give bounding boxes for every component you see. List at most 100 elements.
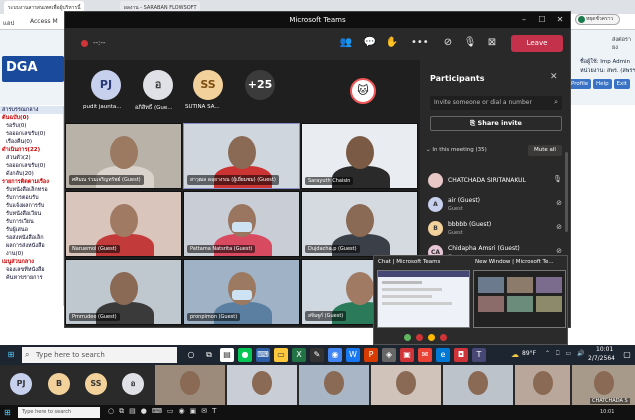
participants-icon[interactable]: 👥 [339,36,353,50]
file-explorer-icon[interactable]: ▭ [274,348,288,362]
strip-video-tile[interactable] [515,365,570,405]
app-icon-tool[interactable]: ✎ [310,348,324,362]
left-menu-item[interactable]: เรื่องคืน(0) [0,138,63,146]
participant-avatar[interactable]: +25 [245,70,275,100]
apps-bookmark[interactable]: แอป [3,18,14,28]
left-menu-item[interactable]: ดังกลับ(20) [0,170,63,178]
leave-button[interactable]: Leave [511,35,563,52]
microphone-icon[interactable]: 🎙 [553,175,562,183]
left-menu-item[interactable]: รับการเวียน [0,218,63,226]
participant-avatar[interactable]: PJ [91,70,121,100]
camera-off-icon[interactable]: ⊘ [441,36,455,50]
exit-button[interactable]: Exit [613,79,630,89]
minimize-icon[interactable]: – [517,12,531,28]
left-menu-item[interactable]: รับผู้เสนอ [0,226,63,234]
strip-video-tile[interactable] [299,365,369,405]
in-meeting-header[interactable]: ⌄ In this meeting (35) [426,147,487,153]
left-menu-item[interactable]: ส่วนตัว(2) [0,154,63,162]
chat-icon[interactable]: 💬 [363,36,377,50]
participant-row[interactable]: Bbbbbb (Guest) Guest ⊘ [428,218,566,240]
left-menu-item[interactable]: รอรับ(0) [0,122,63,130]
left-menu-item[interactable]: รอส่งหนังสือเล็ก [0,234,63,242]
mute-all-button[interactable]: Mute all [528,145,562,156]
strip-avatar[interactable]: PJ [10,373,32,395]
clock-date[interactable]: 2/7/2564 [588,355,615,362]
more-actions-icon[interactable]: ••• [411,36,429,50]
video-tile[interactable]: Pmrrudee (Guest) [65,259,182,325]
participant-avatar[interactable]: SS [193,70,223,100]
powerpoint-icon[interactable]: P [364,348,378,362]
forward-report-link[interactable]: ส่งต่อรายง [612,36,635,52]
notifications-icon[interactable]: ▢ [620,348,634,362]
strip-avatar[interactable]: อ [122,373,144,395]
video-tile[interactable]: ศศิมณ ร่วมเจริญทรัพย์ (Guest) [65,123,182,189]
left-menu-item[interactable]: รับหนังสือเวียน [0,210,63,218]
left-menu-item[interactable]: ดำเนินการ(22) [0,146,63,154]
left-menu-item[interactable]: จองเลขที่หนังสือ [0,266,63,274]
taskbar-app-icons-2[interactable]: ○⧉▤●⌨▭◉▣✉T [108,407,221,416]
left-menu-item[interactable]: งาน(0) [0,250,63,258]
microphone-icon[interactable]: 🎙 [463,36,477,50]
maximize-icon[interactable]: ☐ [535,12,549,28]
left-menu-item[interactable]: เมนูส่วนกลาง [0,258,63,266]
word-icon[interactable]: W [346,348,360,362]
left-menu-item[interactable]: รายการติดตามเรื่อง [0,178,63,186]
edge-icon[interactable]: e [436,348,450,362]
reactions-icon[interactable]: ✋ [385,36,399,50]
video-tile[interactable]: Naruemol (Guest) [65,191,182,257]
line-app-icon[interactable]: ● [238,348,252,362]
left-menu-item[interactable]: รอออกเลขรับ(0) [0,162,63,170]
app-icon-blue[interactable]: ⌨ [256,348,270,362]
share-screen-icon[interactable]: ⊠ [485,36,499,50]
video-tile[interactable]: สาวุฒล ดลุยางรณ (ผู้เยี่ยมชม) (Guest) [183,123,300,189]
thumb-chat-preview[interactable] [377,270,470,328]
taskbar-search-input[interactable]: ⌕ Type here to search [22,347,177,363]
taskbar-search-input-2[interactable]: Type here to search [18,407,100,418]
share-invite-button[interactable]: ⎘ Share invite [430,116,562,131]
left-menu-item[interactable]: ต้นฉบับ(0) [0,114,63,122]
help-button[interactable]: Help [593,79,612,89]
left-menu-item[interactable]: สารบรรณกลาง [0,106,63,114]
left-menu-item[interactable]: รับแจ้งผลการรับ [0,202,63,210]
multitask-icon[interactable]: ⧉ [202,348,216,362]
thumb-newwindow-title[interactable]: New Window | Microsoft Te... [475,259,565,265]
left-menu-item[interactable]: ผลการส่งหนังสือ [0,242,63,250]
mic-muted-icon[interactable]: ⊘ [556,223,562,231]
video-tile[interactable]: Dujdacha.p (Guest) [301,191,418,257]
app-icon-red[interactable]: ◘ [454,348,468,362]
strip-video-tile[interactable] [443,365,513,405]
strip-avatar[interactable]: B [48,373,70,395]
participant-row[interactable]: Aair (Guest) Guest ⊘ [428,194,566,216]
gmail-icon[interactable]: ✉ [418,348,432,362]
profile-button[interactable]: Profile [568,79,592,89]
left-menu-item[interactable]: รับหนังสือเล็กทรอ [0,186,63,194]
excel-icon[interactable]: X [292,348,306,362]
invite-input[interactable]: Invite someone or dial a number ⌕ [430,96,562,110]
chrome-icon[interactable]: ◉ [328,348,342,362]
left-menu-item[interactable]: รอออกเลขรับ(0) [0,130,63,138]
video-tile[interactable]: Pattama Natsrita (Guest) [183,191,300,257]
close-panel-icon[interactable]: ✕ [550,72,558,82]
task-view-icon[interactable]: ○ [184,348,198,362]
pdf-icon[interactable]: ▣ [400,348,414,362]
close-icon[interactable]: ✕ [553,12,567,28]
access-bookmark[interactable]: Access M [30,18,58,25]
video-tile[interactable]: pronpimon (Guest) [183,259,300,325]
strip-video-tile[interactable] [371,365,441,405]
video-tile[interactable]: Sarayuth Chaisin [301,123,418,189]
doc-app-icon[interactable]: ▤ [220,348,234,362]
mic-muted-icon[interactable]: ⊘ [556,247,562,255]
teams-taskbar-icon[interactable]: T [472,348,486,362]
windows-start-icon-2[interactable]: ⊞ [4,408,11,417]
thumb-chat-title[interactable]: Chat | Microsoft Teams [378,259,468,265]
mic-muted-icon[interactable]: ⊘ [556,199,562,207]
left-menu-item[interactable]: ค้นหาขรายการ [0,274,63,282]
clock-time[interactable]: 10:01 [596,346,613,353]
tray-icons[interactable]: ⌃ ⎕ ▭ 🔊 [545,350,587,358]
paused-status-pill[interactable]: หยุดชั่วคราว [575,14,620,25]
thumb-newwindow-preview[interactable] [473,270,566,328]
strip-video-tile[interactable] [227,365,297,405]
windows-start-icon[interactable]: ⊞ [4,348,18,362]
participant-row[interactable]: CHATCHADA SIRITANAKUL 🎙 [428,170,566,192]
app-icon-misc[interactable]: ◈ [382,348,396,362]
